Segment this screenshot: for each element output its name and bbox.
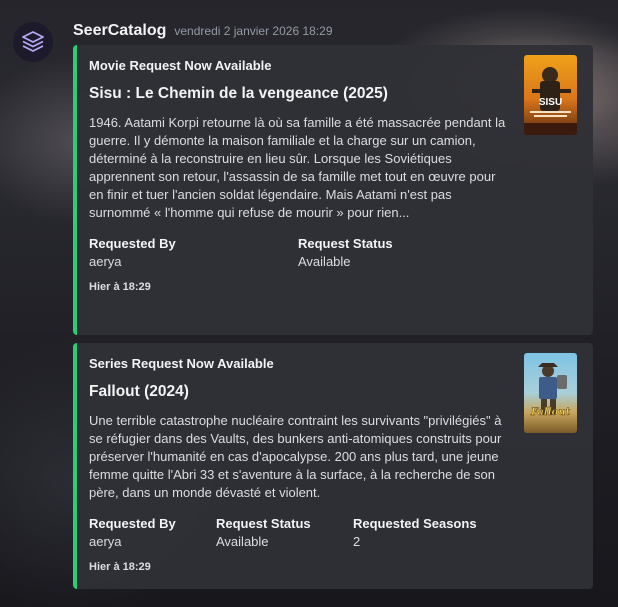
movie-poster-text: SISU xyxy=(539,97,562,108)
field-name: Requested By xyxy=(89,236,176,251)
layers-stack-icon xyxy=(22,31,44,52)
field-requested-by: Requested By aerya xyxy=(89,236,298,269)
embed-author: Series Request Now Available xyxy=(89,356,274,371)
message-header: SeerCatalog vendredi 2 janvier 2026 18:2… xyxy=(73,22,333,40)
embed-fields: Requested By aerya Request Status Availa… xyxy=(89,516,577,549)
movie-embed: SISU Movie Request Now Available Sisu : … xyxy=(73,45,593,335)
field-value: Available xyxy=(216,534,269,549)
field-requested-seasons: Requested Seasons 2 xyxy=(353,516,503,549)
series-poster-text: Fallout xyxy=(530,407,571,418)
embed-author: Movie Request Now Available xyxy=(89,58,272,73)
field-name: Request Status xyxy=(298,236,393,251)
embed-description: 1946. Aatami Korpi retourne là où sa fam… xyxy=(89,115,506,220)
series-embed: Fallout Series Request Now Available Fal… xyxy=(73,343,593,589)
field-name: Requested Seasons xyxy=(353,516,477,531)
field-request-status: Request Status Available xyxy=(298,236,507,269)
embed-fields: Requested By aerya Request Status Availa… xyxy=(89,236,577,269)
bot-avatar[interactable] xyxy=(13,22,53,62)
field-requested-by: Requested By aerya xyxy=(89,516,216,549)
field-name: Requested By xyxy=(89,516,176,531)
embed-title: Fallout (2024) xyxy=(89,383,189,400)
field-name: Request Status xyxy=(216,516,311,531)
embed-footer: Hier à 18:29 xyxy=(89,561,151,573)
embed-footer: Hier à 18:29 xyxy=(89,281,151,293)
series-poster-thumbnail[interactable]: Fallout xyxy=(524,353,577,433)
field-value: 2 xyxy=(353,534,361,549)
embed-description: Une terrible catastrophe nucléaire contr… xyxy=(89,413,502,500)
bot-username[interactable]: SeerCatalog xyxy=(73,22,166,40)
field-value: aerya xyxy=(89,254,122,269)
movie-poster-thumbnail[interactable]: SISU xyxy=(524,55,577,135)
embed-title: Sisu : Le Chemin de la vengeance (2025) xyxy=(89,85,388,102)
field-value: aerya xyxy=(89,534,122,549)
message-timestamp: vendredi 2 janvier 2026 18:29 xyxy=(174,24,333,38)
field-value: Available xyxy=(298,254,351,269)
field-request-status: Request Status Available xyxy=(216,516,353,549)
